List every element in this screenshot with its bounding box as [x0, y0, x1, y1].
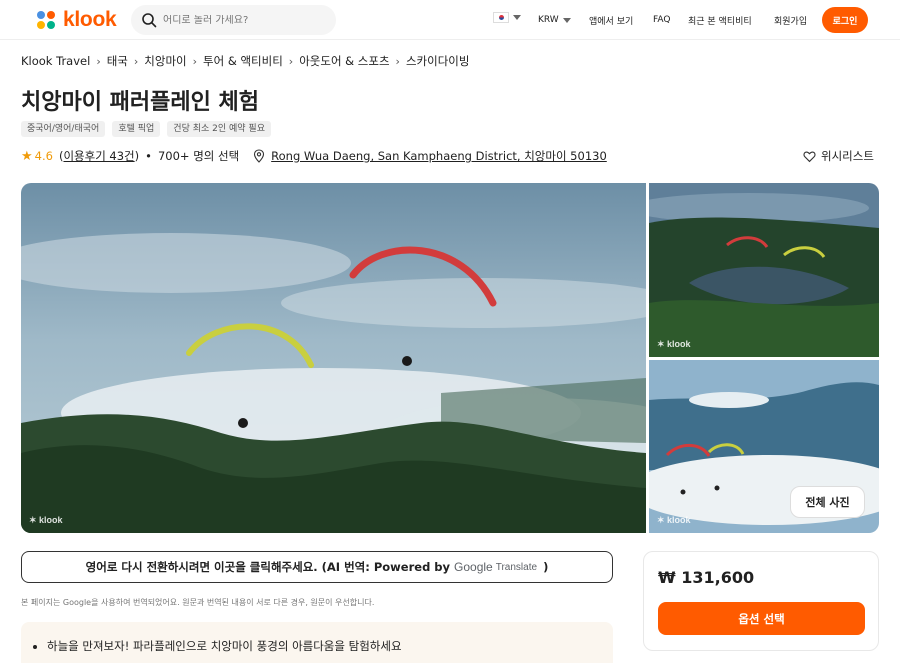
google-translate-label: Translate — [495, 561, 538, 573]
nav-signup[interactable]: 회원가입 — [774, 0, 807, 40]
rating-value: 4.6 — [34, 149, 53, 163]
wishlist-button[interactable]: 위시리스트 — [803, 148, 874, 164]
search-input[interactable] — [163, 14, 323, 26]
wishlist-label: 위시리스트 — [821, 149, 874, 163]
nav-faq[interactable]: FAQ — [653, 0, 670, 40]
heart-icon — [803, 151, 816, 162]
page-title: 치앙마이 패러플레인 체험 — [21, 90, 259, 115]
paragliding-photo — [21, 183, 646, 533]
chevron-right-icon: › — [96, 54, 101, 68]
price-card: ₩ 131,600 옵션 선택 — [643, 551, 879, 651]
klook-watermark: ✶ klook — [29, 515, 63, 525]
translate-toggle-bar[interactable]: 영어로 다시 전환하시려면 이곳을 클릭해주세요. (AI 번역: Powere… — [21, 551, 613, 583]
top-header: klook KRW 앱에서 보기 FAQ 최근 본 액티비티 회원가입 로그인 — [0, 0, 900, 40]
search-bar[interactable] — [131, 5, 336, 35]
logo-text: klook — [63, 8, 117, 31]
language-selector[interactable] — [493, 12, 521, 23]
breadcrumb-item[interactable]: 치앙마이 — [144, 53, 186, 69]
currency-label: KRW — [538, 15, 559, 25]
location-link[interactable]: Rong Wua Daeng, San Kamphaeng District, … — [271, 148, 607, 164]
select-option-button[interactable]: 옵션 선택 — [658, 602, 865, 635]
translate-text: 영어로 다시 전환하시려면 이곳을 클릭해주세요. (AI 번역: Powere… — [85, 560, 451, 574]
gallery-photo-2[interactable]: ✶ klook — [649, 183, 879, 357]
nav-app[interactable]: 앱에서 보기 — [589, 0, 633, 40]
tag-pickup: 호텔 픽업 — [112, 121, 161, 137]
breadcrumb-item[interactable]: 태국 — [107, 53, 128, 69]
lake-photo — [649, 183, 879, 357]
chevron-down-icon — [562, 17, 571, 23]
price-value: ₩ 131,600 — [658, 568, 755, 587]
tag-min-booking: 건당 최소 2인 예약 필요 — [167, 121, 271, 137]
breadcrumb-item[interactable]: Klook Travel — [21, 54, 90, 68]
activity-tags: 중국어/영어/태국어 호텔 픽업 건당 최소 2인 예약 필요 — [21, 121, 271, 137]
separator-dot: • — [145, 149, 152, 163]
klook-watermark: ✶ klook — [657, 339, 691, 349]
activity-meta: ★ 4.6 ( 이용후기 43건 ) • 700+ 명의 선택 Rong Wua… — [21, 148, 607, 164]
translation-notice: 본 페이지는 Google을 사용하여 번역되었어요. 원문과 번역된 내용이 … — [21, 598, 375, 607]
nav-recently-viewed[interactable]: 최근 본 액티비티 — [688, 0, 752, 40]
breadcrumb: Klook Travel › 태국 › 치앙마이 › 투어 & 액티비티 › 아… — [21, 53, 469, 69]
klook-logo-icon — [37, 11, 55, 29]
chevron-down-icon — [513, 15, 521, 20]
all-photos-button[interactable]: 전체 사진 — [790, 486, 865, 518]
highlight-item: 하늘을 만져보자! 파라플레인으로 치앙마이 풍경의 아름다움을 탐험하세요 — [47, 638, 613, 654]
breadcrumb-item[interactable]: 스카이다이빙 — [406, 53, 469, 69]
klook-logo[interactable]: klook — [33, 7, 117, 33]
breadcrumb-item[interactable]: 아웃도어 & 스포츠 — [299, 53, 389, 69]
currency-selector[interactable]: KRW — [538, 0, 571, 40]
breadcrumb-item[interactable]: 투어 & 액티비티 — [203, 53, 283, 69]
chevron-right-icon: › — [288, 54, 294, 68]
google-logo: Google — [454, 560, 493, 574]
paren-close: ) — [134, 149, 140, 163]
klook-watermark: ✶ klook — [657, 515, 691, 525]
gallery-main-photo[interactable]: ✶ klook — [21, 183, 646, 533]
location-pin-icon — [254, 149, 265, 163]
star-icon: ★ — [21, 148, 33, 164]
reviews-link[interactable]: 이용후기 43건 — [63, 148, 134, 164]
chevron-right-icon: › — [192, 54, 198, 68]
search-icon — [142, 13, 157, 28]
highlights-list: 하늘을 만져보자! 파라플레인으로 치앙마이 풍경의 아름다움을 탐험하세요 — [37, 638, 613, 654]
booked-count: 700+ 명의 선택 — [157, 149, 240, 163]
login-button[interactable]: 로그인 — [822, 7, 868, 33]
translate-close-paren: ) — [543, 560, 549, 574]
chevron-right-icon: › — [133, 54, 139, 68]
tag-language: 중국어/영어/태국어 — [21, 121, 106, 137]
chevron-right-icon: › — [395, 54, 400, 68]
highlights-box: 하늘을 만져보자! 파라플레인으로 치앙마이 풍경의 아름다움을 탐험하세요 — [21, 622, 613, 663]
korea-flag-icon — [493, 12, 509, 23]
